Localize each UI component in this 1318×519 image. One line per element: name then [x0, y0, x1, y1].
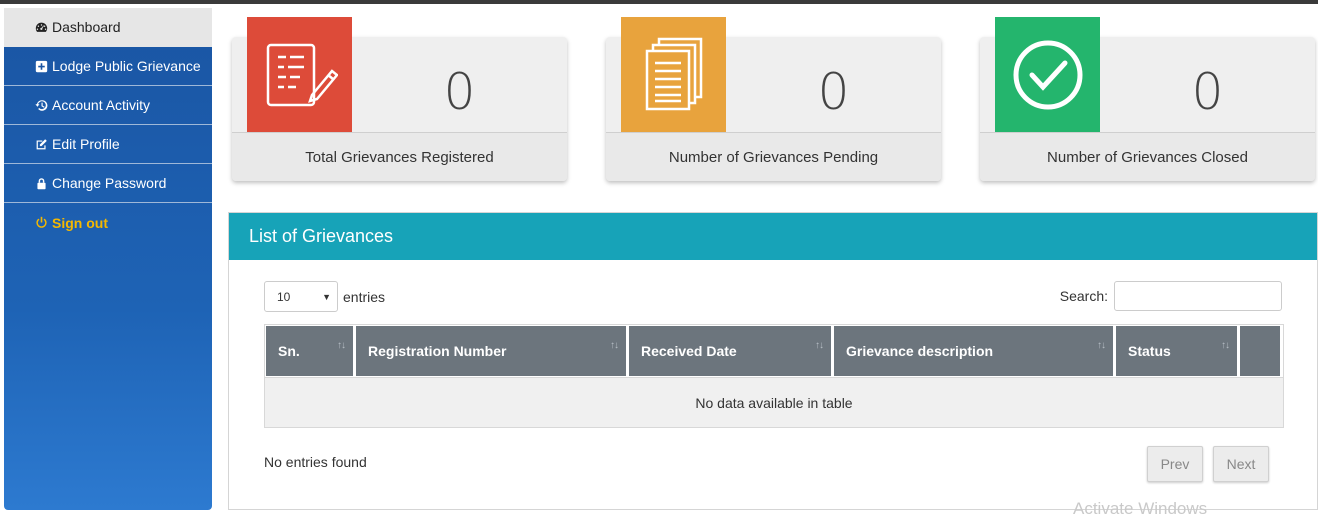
sort-icon: ↑↓ [610, 340, 619, 351]
sidebar-item-change-password[interactable]: Change Password [4, 164, 212, 203]
pagination: Prev Next [1147, 446, 1269, 482]
sidebar-item-label: Sign out [52, 214, 108, 231]
sort-icon: ↑↓ [815, 340, 824, 351]
prev-button[interactable]: Prev [1147, 446, 1203, 482]
sidebar-item-edit-profile[interactable]: Edit Profile [4, 125, 212, 164]
column-header-label: Sn. [278, 343, 300, 359]
column-header-label: Received Date [641, 343, 737, 359]
grievance-table: Sn. ↑↓ Registration Number ↑↓ Received D… [264, 324, 1284, 428]
column-header-label: Grievance description [846, 343, 994, 359]
stat-card-pending: 0 Number of Grievances Pending [606, 17, 941, 181]
column-header-grievance-description[interactable]: Grievance description ↑↓ [834, 326, 1113, 376]
documents-icon [621, 17, 726, 132]
sidebar-item-sign-out[interactable]: Sign out [4, 203, 212, 242]
stat-label: Number of Grievances Closed [980, 132, 1315, 181]
edit-icon [34, 137, 48, 151]
stat-card-total-registered: 0 Total Grievances Registered [232, 17, 567, 181]
page-length-select[interactable]: 10 ▼ [264, 281, 338, 312]
table-info: No entries found [264, 454, 367, 470]
sort-icon: ↑↓ [337, 340, 346, 351]
empty-table-message: No data available in table [265, 377, 1283, 427]
stat-count: 0 [1191, 63, 1224, 121]
sidebar-item-label: Dashboard [52, 19, 121, 35]
lock-icon [34, 176, 48, 190]
activate-windows-watermark: Activate Windows [1073, 499, 1208, 518]
sidebar-item-dashboard[interactable]: Dashboard [4, 8, 212, 47]
column-header-label: Status [1128, 343, 1171, 359]
search-label: Search: [1059, 288, 1108, 304]
search-control: Search: [1060, 281, 1282, 311]
top-bar [0, 0, 1318, 4]
sidebar-item-label: Account Activity [52, 97, 151, 113]
sort-icon: ↑↓ [1097, 340, 1106, 351]
stat-card-closed: 0 Number of Grievances Closed [980, 17, 1315, 181]
stat-count: 0 [817, 63, 850, 121]
form-edit-icon [247, 17, 352, 132]
grievance-list-panel: List of Grievances 10 ▼ entries Search: … [228, 212, 1318, 510]
column-header-label: Registration Number [368, 343, 507, 359]
stat-label: Total Grievances Registered [232, 132, 567, 181]
stat-label: Number of Grievances Pending [606, 132, 941, 181]
panel-title: List of Grievances [229, 213, 1317, 260]
stat-count: 0 [443, 63, 476, 121]
column-header-actions [1240, 326, 1280, 376]
table-header-row: Sn. ↑↓ Registration Number ↑↓ Received D… [265, 325, 1283, 377]
sidebar-item-lodge-grievance[interactable]: Lodge Public Grievance [4, 47, 212, 86]
chevron-down-icon: ▼ [322, 291, 331, 302]
column-header-received-date[interactable]: Received Date ↑↓ [629, 326, 831, 376]
sidebar-item-label: Lodge Public Grievance [52, 58, 201, 74]
sidebar-item-label: Edit Profile [52, 136, 120, 152]
next-button[interactable]: Next [1213, 446, 1269, 482]
column-header-status[interactable]: Status ↑↓ [1116, 326, 1237, 376]
search-input[interactable] [1114, 281, 1282, 311]
history-icon [34, 98, 48, 112]
entries-label: entries [343, 288, 386, 305]
check-circle-icon [995, 17, 1100, 132]
dashboard-icon [34, 20, 48, 34]
column-header-registration-number[interactable]: Registration Number ↑↓ [356, 326, 626, 376]
sidebar-item-account-activity[interactable]: Account Activity [4, 86, 212, 125]
sidebar: Dashboard Lodge Public Grievance Account… [4, 8, 212, 510]
entries-control: 10 ▼ entries [264, 281, 385, 312]
sidebar-item-label: Change Password [52, 175, 167, 191]
column-header-sn[interactable]: Sn. ↑↓ [266, 326, 353, 376]
plus-square-icon [34, 59, 48, 73]
page-length-value: 10 [277, 289, 291, 304]
power-icon [34, 216, 48, 230]
sort-icon: ↑↓ [1221, 340, 1230, 351]
